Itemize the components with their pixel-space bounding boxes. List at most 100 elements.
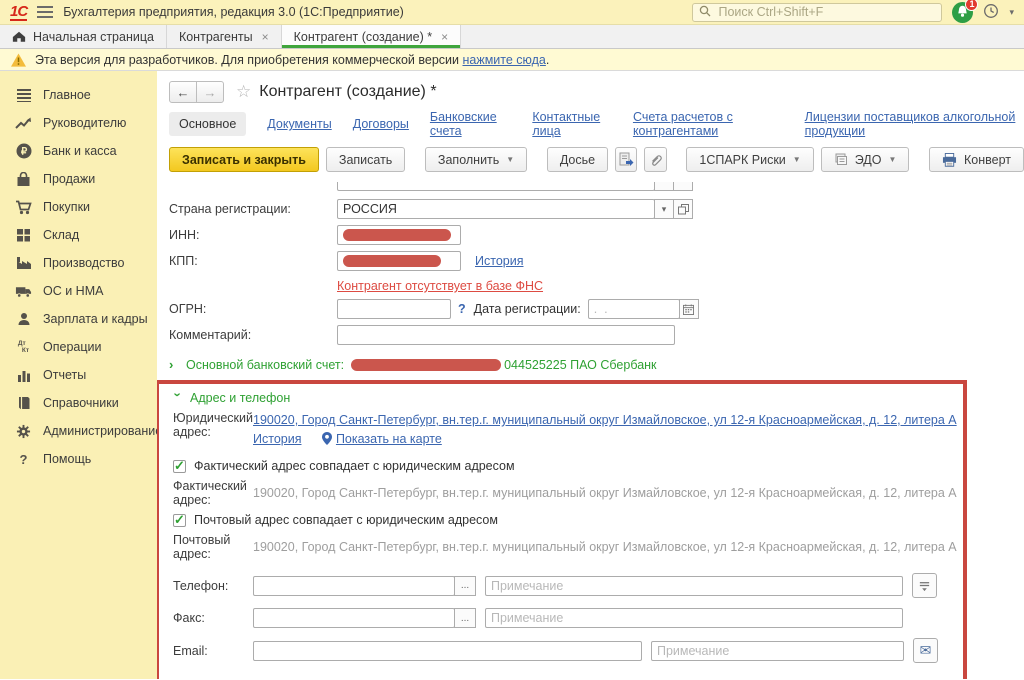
phone-input[interactable] [253,576,455,596]
save-close-button[interactable]: Записать и закрыть [169,147,319,172]
nav-main[interactable]: Основное [169,112,246,136]
favorite-star-icon[interactable]: ☆ [236,82,251,102]
ruble-circle-icon: ₽ [15,143,32,159]
fact-address-checkbox[interactable] [173,460,186,473]
save-button[interactable]: Записать [326,147,405,172]
address-history-link[interactable]: История [253,432,301,446]
close-tab-icon[interactable]: × [262,30,269,44]
sidebar-item-reports[interactable]: Отчеты [0,361,157,389]
comment-input[interactable] [337,325,675,345]
nav-contracts[interactable]: Договоры [353,117,409,131]
sidebar-item-bank-cash[interactable]: ₽ Банк и касса [0,137,157,165]
email-note-input[interactable] [651,641,904,661]
sidebar-item-purchases[interactable]: Покупки [0,193,157,221]
forward-button[interactable]: → [196,81,224,103]
bag-icon [15,171,32,187]
sidebar-item-production[interactable]: Производство [0,249,157,277]
sidebar-item-payroll-hr[interactable]: Зарплата и кадры [0,305,157,333]
email-input[interactable] [253,641,642,661]
fns-warning-link[interactable]: Контрагент отсутствует в базе ФНС [337,279,543,293]
nav-documents[interactable]: Документы [267,117,331,131]
sidebar-item-main[interactable]: Главное [0,81,157,109]
country-dropdown-button[interactable]: ▾ [654,199,674,219]
notifications-button[interactable]: 1 [952,2,973,23]
fill-button[interactable]: Заполнить▼ [425,147,527,172]
nav-alcohol-licenses[interactable]: Лицензии поставщиков алкогольной продукц… [805,110,1024,138]
sidebar-item-help[interactable]: ? Помощь [0,445,157,473]
phone-note-input[interactable] [485,576,903,596]
tab-home[interactable]: Начальная страница [0,25,167,48]
regdate-input[interactable] [588,299,680,319]
post-address-checkbox[interactable] [173,514,186,527]
sidebar-item-directories[interactable]: Справочники [0,389,157,417]
post-address-label: Почтовый адрес: [173,533,253,561]
search-input[interactable] [716,4,935,20]
post-checkbox-label: Почтовый адрес совпадает с юридическим а… [194,513,498,527]
fax-input[interactable] [253,608,455,628]
nav-contact-persons[interactable]: Контактные лица [532,110,612,138]
main-panel: ← → ☆ Контрагент (создание) * Основное Д… [157,71,1024,679]
person-icon [15,311,32,327]
close-tab-icon[interactable]: × [441,30,448,44]
main-menu-icon[interactable] [37,6,53,18]
warehouse-grid-icon [15,227,32,243]
country-input[interactable] [337,199,655,219]
phone-more-button[interactable]: ... [454,576,476,596]
email-label: Email: [173,644,253,658]
fax-note-input[interactable] [485,608,903,628]
kpp-history-link[interactable]: История [475,254,523,268]
notification-badge: 1 [965,0,978,11]
send-email-button[interactable]: ✉ [913,638,938,663]
regdate-label: Дата регистрации: [474,302,581,316]
sidebar-item-operations[interactable]: ДтКт Операции [0,333,157,361]
sidebar-item-fixed-assets[interactable]: ОС и НМА [0,277,157,305]
ogrn-input[interactable] [337,299,451,319]
nav-bank-accounts[interactable]: Банковские счета [430,110,511,138]
edo-documents-icon [834,153,848,166]
edo-button[interactable]: ЭДО▼ [821,147,910,172]
inn-input[interactable] [337,225,461,245]
sidebar-item-administration[interactable]: Администрирование [0,417,157,445]
tab-label: Контрагенты [179,30,253,44]
address-annotation-box: › Адрес и телефон Юридический адрес: 190… [157,380,967,679]
bank-account-section-toggle[interactable]: › Основной банковский счет: 044525225 ПА… [169,357,1024,372]
calendar-icon[interactable] [679,299,699,319]
address-section-label: Адрес и телефон [190,391,290,405]
kpp-label: КПП: [169,254,337,268]
back-button[interactable]: ← [169,81,197,103]
fax-more-button[interactable]: ... [454,608,476,628]
section-nav: Основное Документы Договоры Банковские с… [169,110,1024,138]
tab-counterparty-create[interactable]: Контрагент (создание) * × [282,25,462,48]
attachments-button[interactable] [644,147,666,172]
banner-link[interactable]: нажмите сюда [462,53,545,67]
document-transfer-icon [619,152,634,167]
map-pin-icon [322,432,332,445]
window-tabbar: Начальная страница Контрагенты × Контраг… [0,25,1024,49]
open-country-icon[interactable] [673,199,693,219]
sidebar-item-manager[interactable]: Руководителю [0,109,157,137]
history-button[interactable] [983,3,999,22]
phone-actions-button[interactable] [912,573,937,598]
counterparty-card-button[interactable] [615,147,637,172]
redacted-bank-account [351,359,501,371]
fax-label: Факс: [173,611,253,625]
global-search[interactable] [692,3,942,22]
tab-counterparties[interactable]: Контрагенты × [167,25,282,48]
dossier-button[interactable]: Досье [547,147,608,172]
spark-risks-button[interactable]: 1СПАРК Риски▼ [686,147,813,172]
truck-icon [15,283,32,299]
address-section-toggle[interactable]: › Адрес и телефон [173,390,963,405]
show-on-map-link[interactable]: Показать на карте [336,432,442,446]
help-icon: ? [15,451,32,467]
banner-text: Эта версия для разработчиков. Для приобр… [35,53,459,67]
tab-label: Контрагент (создание) * [294,30,433,44]
nav-settlement-accounts[interactable]: Счета расчетов с контрагентами [633,110,784,138]
chevron-down-icon[interactable]: ▾ [1009,7,1014,18]
legal-address-link[interactable]: 190020, Город Санкт-Петербург, вн.тер.г.… [253,413,957,427]
kpp-input[interactable] [337,251,461,271]
ogrn-help-link[interactable]: ? [458,302,466,316]
envelope-button[interactable]: Конверт [929,147,1024,172]
paperclip-icon [649,153,663,167]
sidebar-item-warehouse[interactable]: Склад [0,221,157,249]
sidebar-item-sales[interactable]: Продажи [0,165,157,193]
